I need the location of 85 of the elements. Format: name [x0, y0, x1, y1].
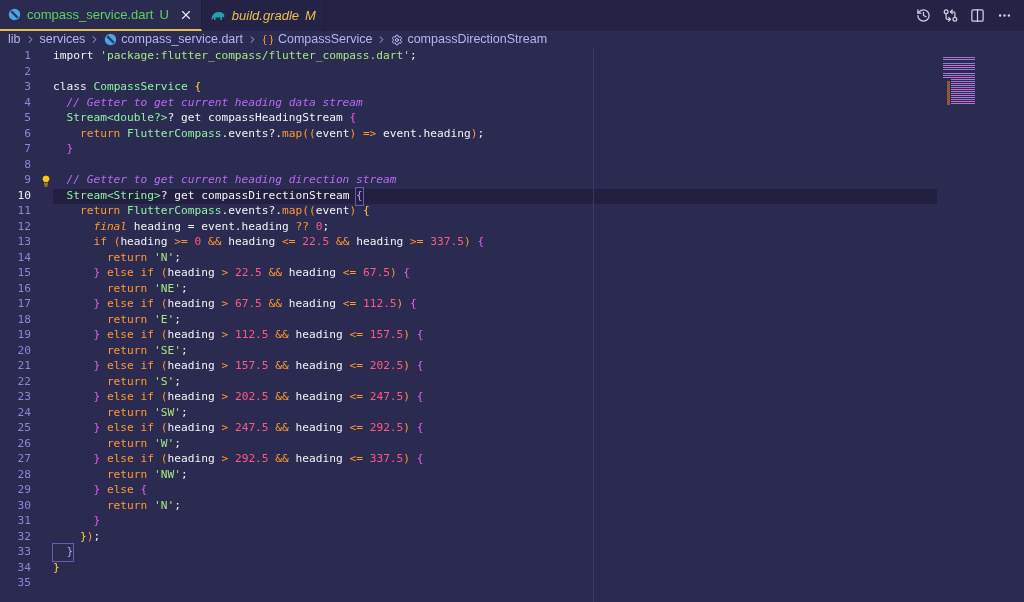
line-number: 13 [16, 234, 31, 251]
code-line: return 'N'; [105, 498, 182, 514]
git-status-label: M [305, 6, 316, 25]
line-number: 24 [16, 404, 31, 421]
code-line: } else if (heading > 112.5 && heading <= 157.5) { [92, 328, 425, 344]
code-line: return 'SW'; [105, 405, 189, 421]
code-line: } [65, 142, 75, 158]
breadcrumb-item[interactable]: services [39, 30, 86, 49]
code-line: class CompassService { [53, 80, 203, 96]
line-number: 17 [16, 296, 31, 313]
line-number: 16 [16, 280, 31, 297]
line-number: 18 [16, 311, 31, 328]
line-number: 22 [16, 373, 31, 390]
line-number: 7 [23, 141, 31, 158]
split-editor-icon[interactable] [970, 8, 985, 23]
code-line: return 'S'; [105, 374, 182, 390]
line-number: 28 [16, 466, 31, 483]
line-number: 27 [16, 451, 31, 468]
code-line: }); [78, 529, 102, 545]
breadcrumb-item[interactable]: lib [8, 30, 21, 49]
code-line: return FlutterCompass.events?.map((event) { [78, 204, 371, 220]
dart-icon [8, 8, 21, 21]
code-line: return 'NE'; [105, 281, 189, 297]
line-number: 15 [16, 265, 31, 282]
code-line: } else { [92, 483, 149, 499]
tab-label: build.gradle [231, 6, 300, 25]
line-number: 6 [23, 125, 31, 142]
line-number: 4 [23, 94, 31, 111]
compare-icon[interactable] [943, 8, 958, 23]
code-line: return 'NW'; [105, 467, 189, 483]
line-number: 8 [23, 156, 31, 173]
line-number: 11 [16, 203, 31, 220]
code-line: } [53, 545, 937, 561]
code-line: final heading = event.heading ?? 0; [92, 219, 331, 235]
line-number: 5 [23, 110, 31, 127]
line-number: 9 [23, 172, 31, 189]
line-number: 29 [16, 482, 31, 499]
git-status-label: U [159, 5, 169, 24]
line-number: 2 [23, 63, 31, 80]
dart-icon [104, 33, 118, 46]
code-line: import 'package:flutter_compass/flutter_compass.dart'; [53, 49, 418, 65]
code-line: } [92, 514, 102, 530]
code-line: Stream<double?>? get compassHeadingStream { [65, 111, 358, 127]
line-number: 26 [16, 435, 31, 452]
code-line: return 'W'; [105, 436, 182, 452]
line-number: 23 [16, 389, 31, 406]
code-line: // Getter to get current heading direction stream [65, 173, 398, 189]
breadcrumb-item[interactable]: compass_service.dart [121, 30, 243, 49]
gear-icon [391, 33, 404, 46]
line-number: 19 [16, 327, 31, 344]
line-number: 34 [16, 559, 31, 576]
editor-tab[interactable]: compass_service.dart U [0, 0, 202, 31]
tab-label: compass_service.dart [27, 5, 154, 24]
lightbulb-icon[interactable] [40, 174, 52, 187]
code-line: return 'E'; [105, 312, 182, 328]
line-number: 33 [16, 544, 31, 561]
line-number: 1 [23, 48, 31, 65]
code-line: return FlutterCompass.events?.map((event) => event.heading); [78, 126, 486, 142]
code-line: } else if (heading > 247.5 && heading <= 292.5) { [92, 421, 425, 437]
code-line: // Getter to get current heading data stream [65, 95, 364, 111]
code-line: } else if (heading > 22.5 && heading <= 67.5) { [92, 266, 412, 282]
code-line: } else if (heading > 292.5 && heading <= 337.5) { [92, 452, 425, 468]
line-number: 14 [16, 249, 31, 266]
code-line: } else if (heading > 157.5 && heading <= 202.5) { [92, 359, 425, 375]
line-number: 12 [16, 218, 31, 235]
code-line: return 'SE'; [105, 343, 189, 359]
elephant-icon [209, 9, 226, 22]
code-line: } [53, 560, 61, 576]
code-line: } else if (heading > 67.5 && heading <= 112.5) { [92, 297, 418, 313]
code-line: } else if (heading > 202.5 && heading <= 247.5) { [92, 390, 425, 406]
line-number: 3 [23, 79, 31, 96]
line-number: 32 [16, 528, 31, 545]
line-number: 10 [16, 187, 31, 204]
breadcrumb-item[interactable]: compassDirectionStream [407, 30, 548, 49]
line-number: 20 [16, 342, 31, 359]
breadcrumb-item[interactable]: CompassService [277, 30, 373, 49]
line-number: 25 [16, 420, 31, 437]
line-number: 31 [16, 513, 31, 530]
code-line: return 'N'; [105, 250, 182, 266]
line-number: 30 [16, 497, 31, 514]
code-line: if (heading >= 0 && heading <= 22.5 && heading >= 337.5) { [92, 235, 486, 251]
history-icon[interactable] [916, 8, 931, 23]
line-number: 35 [16, 575, 31, 592]
class-icon [261, 33, 274, 46]
line-number: 21 [16, 358, 31, 375]
